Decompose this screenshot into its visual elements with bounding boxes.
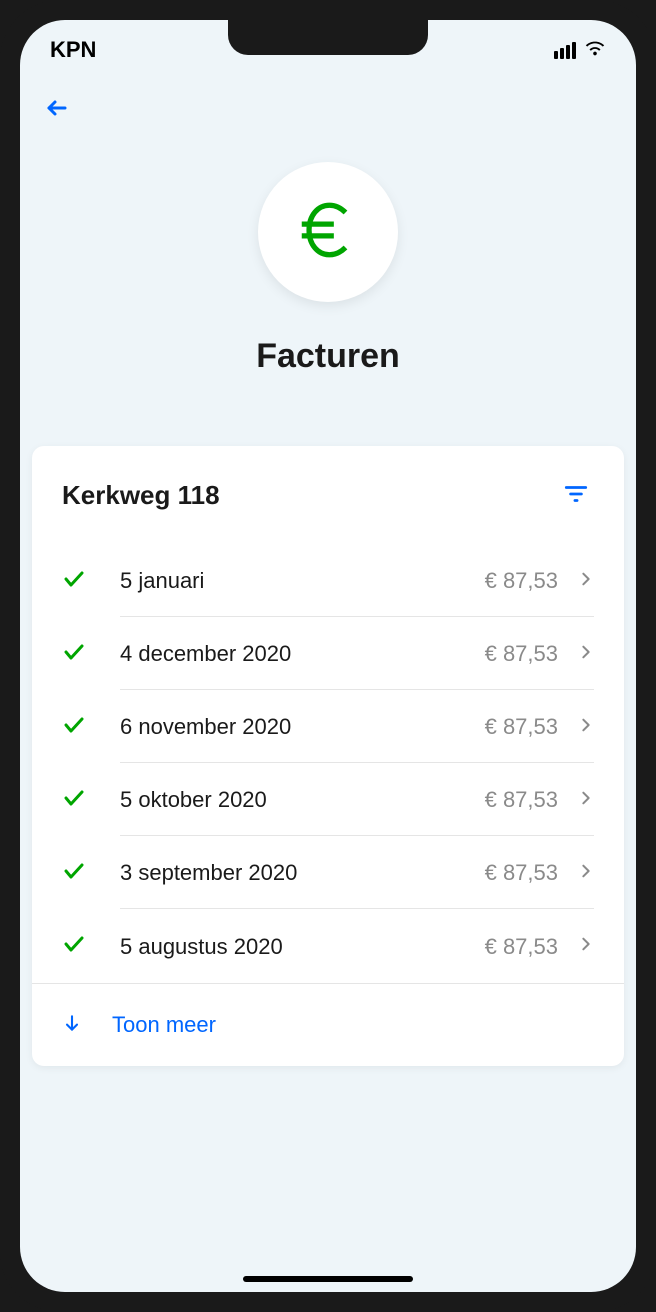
euro-icon (293, 195, 363, 270)
invoice-item[interactable]: 6 november 2020 € 87,53 (32, 691, 624, 764)
check-icon (62, 786, 90, 815)
check-icon (62, 932, 90, 961)
invoice-amount: € 87,53 (485, 787, 558, 813)
invoice-date: 4 december 2020 (120, 641, 485, 667)
chevron-right-icon (578, 790, 594, 811)
check-icon (62, 567, 90, 596)
header-icon-circle (258, 162, 398, 302)
check-icon (62, 859, 90, 888)
back-button[interactable] (40, 90, 74, 132)
chevron-right-icon (578, 644, 594, 665)
nav-bar (20, 70, 636, 142)
chevron-right-icon (578, 863, 594, 884)
card-header: Kerkweg 118 (32, 446, 624, 545)
invoice-amount: € 87,53 (485, 641, 558, 667)
invoice-date: 5 januari (120, 568, 485, 594)
invoices-card: Kerkweg 118 5 januari € 87,53 (32, 446, 624, 1066)
invoice-item[interactable]: 5 januari € 87,53 (32, 545, 624, 618)
invoice-amount: € 87,53 (485, 714, 558, 740)
wifi-icon (584, 37, 606, 64)
invoice-amount: € 87,53 (485, 860, 558, 886)
check-icon (62, 713, 90, 742)
phone-notch (228, 20, 428, 55)
invoice-item[interactable]: 5 augustus 2020 € 87,53 (32, 910, 624, 983)
invoice-date: 6 november 2020 (120, 714, 485, 740)
signal-icon (554, 42, 576, 59)
chevron-right-icon (578, 936, 594, 957)
filter-button[interactable] (558, 476, 594, 515)
card-title: Kerkweg 118 (62, 480, 220, 511)
chevron-right-icon (578, 571, 594, 592)
invoice-item[interactable]: 3 september 2020 € 87,53 (32, 837, 624, 910)
invoice-item[interactable]: 5 oktober 2020 € 87,53 (32, 764, 624, 837)
invoice-date: 3 september 2020 (120, 860, 485, 886)
page-header: Facturen (20, 142, 636, 416)
invoice-amount: € 87,53 (485, 568, 558, 594)
invoice-amount: € 87,53 (485, 934, 558, 960)
invoice-list: 5 januari € 87,53 4 december 2020 € 87,5… (32, 545, 624, 983)
show-more-button[interactable]: Toon meer (32, 983, 624, 1066)
phone-screen: KPN (20, 20, 636, 1292)
invoice-item[interactable]: 4 december 2020 € 87,53 (32, 618, 624, 691)
check-icon (62, 640, 90, 669)
status-icons (554, 37, 606, 64)
page-title: Facturen (256, 337, 400, 376)
home-indicator[interactable] (243, 1276, 413, 1282)
phone-frame: KPN (0, 0, 656, 1312)
arrow-down-icon (62, 1013, 82, 1038)
invoice-date: 5 augustus 2020 (120, 934, 485, 960)
show-more-label: Toon meer (112, 1012, 216, 1038)
chevron-right-icon (578, 717, 594, 738)
carrier-label: KPN (50, 37, 96, 63)
invoice-date: 5 oktober 2020 (120, 787, 485, 813)
